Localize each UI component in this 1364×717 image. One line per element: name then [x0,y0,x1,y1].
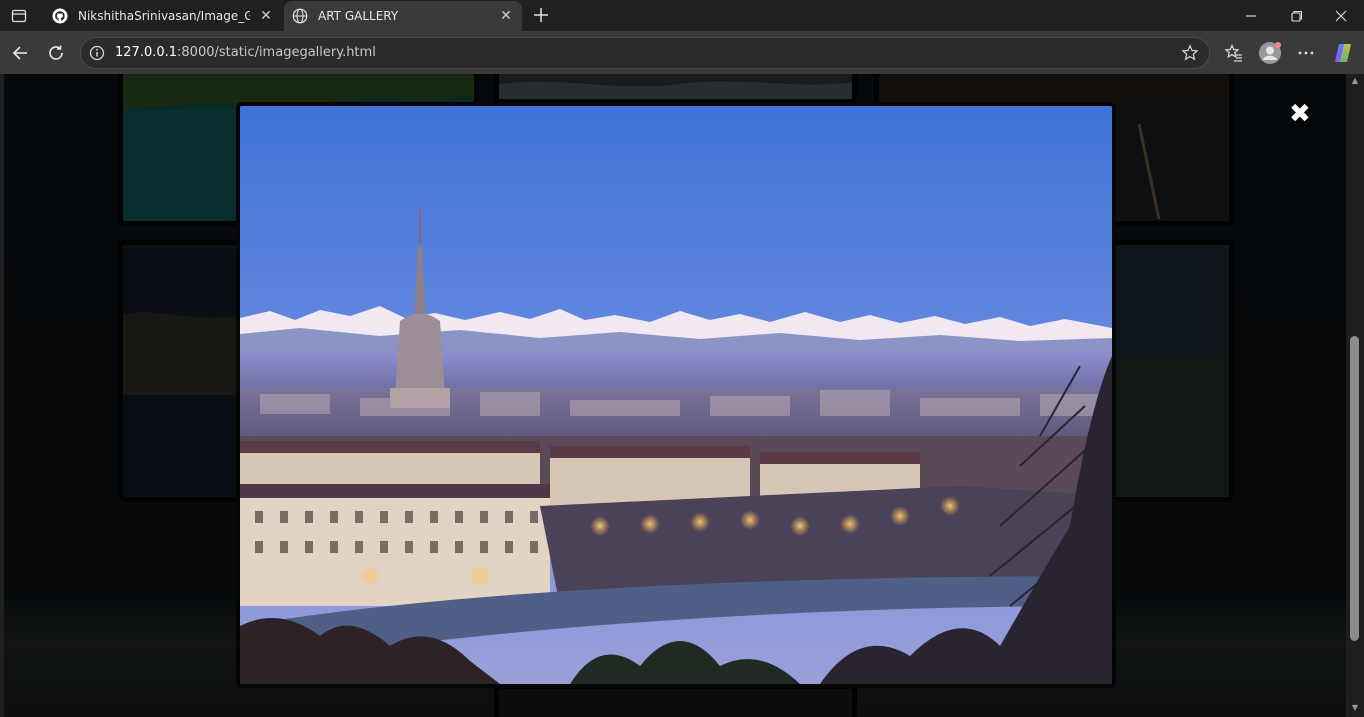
new-tab-button[interactable] [530,4,552,26]
browser-toolbar: 127.0.0.1:8000/static/imagegallery.html [0,31,1364,74]
copilot-button[interactable] [1330,40,1356,66]
globe-icon [292,8,308,24]
tab-close-button[interactable]: ✕ [498,8,514,24]
url-text[interactable]: 127.0.0.1:8000/static/imagegallery.html [115,45,376,60]
tab-close-button[interactable]: ✕ [258,8,274,24]
reload-button[interactable] [42,39,70,67]
back-arrow-icon [12,46,27,60]
page-viewport: ✖ [4,74,1346,717]
restore-button[interactable] [1274,0,1320,31]
back-button[interactable] [6,39,34,67]
avatar-icon [1259,42,1281,64]
close-lightbox-button[interactable]: ✖ [1289,101,1311,127]
tab-title: ART GALLERY [318,9,399,23]
favorites-icon [1224,44,1242,62]
lightbox-image [236,102,1116,688]
address-bar[interactable]: 127.0.0.1:8000/static/imagegallery.html [80,37,1210,69]
tab-actions-icon [11,9,27,23]
reload-icon [49,45,63,60]
more-options-icon [1298,51,1314,55]
scrollbar-thumb[interactable] [1350,336,1359,641]
github-icon [52,8,68,24]
url-host: 127.0.0.1 [115,45,178,60]
profile-button[interactable] [1257,40,1283,66]
scroll-down-button[interactable]: ▼ [1350,703,1360,713]
page-scrollbar[interactable]: ▲ ▼ [1346,74,1364,717]
turin-cityscape-image [240,106,1112,684]
browser-tab-strip: NikshithaSrinivasan/Image_Gallery ✕ ART … [0,0,1364,31]
copilot-icon [1335,44,1351,62]
minimize-button[interactable] [1228,0,1274,31]
favorite-star-icon[interactable] [1181,44,1199,62]
settings-menu-button[interactable] [1293,40,1319,66]
tab-title: NikshithaSrinivasan/Image_Gallery [78,9,250,23]
url-path: :8000/static/imagegallery.html [177,45,376,60]
scroll-up-button[interactable]: ▲ [1350,76,1360,86]
tab-github[interactable]: NikshithaSrinivasan/Image_Gallery ✕ [44,1,282,31]
favorites-button[interactable] [1221,40,1247,66]
close-window-button[interactable] [1318,0,1364,31]
plus-icon [534,8,548,22]
close-icon [1335,10,1347,21]
restore-icon [1291,10,1303,22]
minimize-icon [1246,14,1256,17]
tab-art-gallery[interactable]: ART GALLERY ✕ [284,1,522,31]
tab-actions-button[interactable] [4,3,34,29]
site-info-icon[interactable] [89,45,105,61]
